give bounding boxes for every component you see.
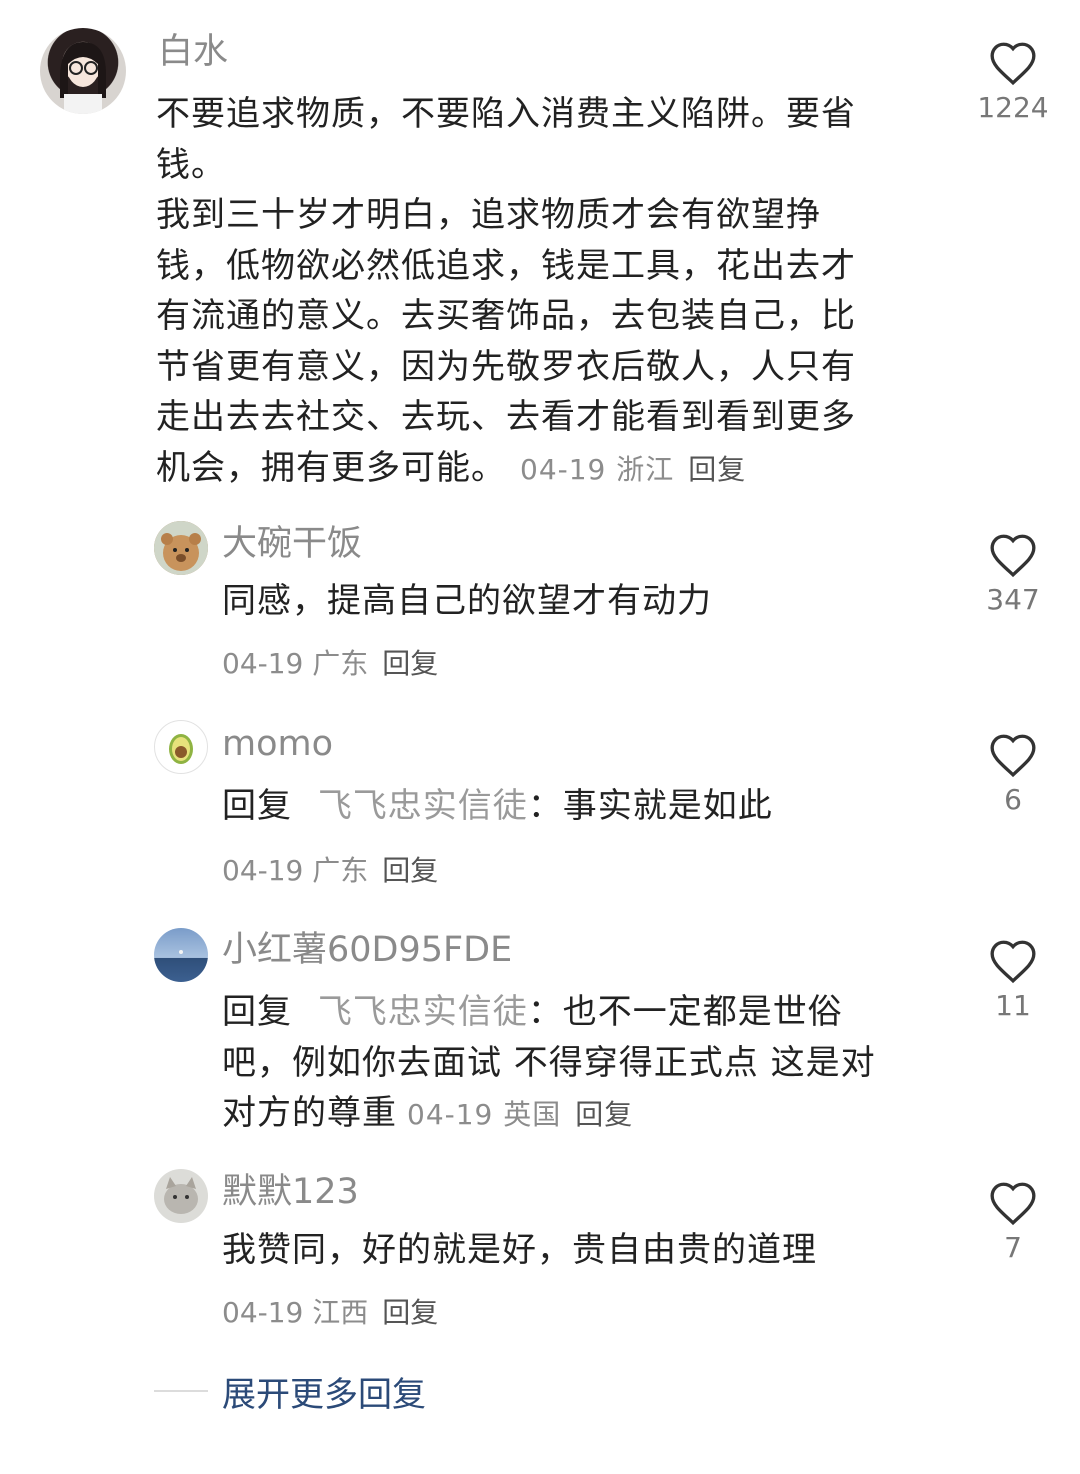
reply-text: 我赞同，好的就是好，贵自由贵的道理 — [222, 1230, 817, 1270]
comment-line-last: 机会，拥有更多可能。 04-19 浙江 回复 — [156, 443, 936, 496]
heart-outline-icon — [990, 534, 1036, 578]
comment-meta: 04-19 浙江 回复 — [520, 453, 746, 486]
reply-location: 广东 — [312, 647, 369, 680]
reply-body: 对方的尊重 — [222, 1093, 397, 1133]
reply-text: 回复 飞飞忠实信徒：事实就是如此 — [222, 781, 773, 832]
reply-button[interactable]: 回复 — [575, 1098, 633, 1131]
reply-prefix: 回复 — [222, 992, 292, 1032]
reply-button[interactable]: 回复 — [382, 854, 438, 887]
comment-line: 我到三十岁才明白，追求物质才会有欲望挣 — [156, 195, 821, 235]
heart-outline-icon — [990, 42, 1036, 86]
like-button-reply-4[interactable]: 7 — [968, 1180, 1058, 1264]
comment-line: 钱。 — [156, 144, 226, 185]
avatar-reply-2[interactable] — [154, 720, 208, 774]
reply-text: 回复 飞飞忠实信徒：也不一定都是世俗 吧，例如你去面试 不得穿得正式点 这是对 … — [222, 987, 942, 1141]
like-button-reply-2[interactable]: 6 — [968, 732, 1058, 816]
reply-date: 04-19 — [222, 1296, 304, 1329]
reply-author[interactable]: 大碗干饭 — [222, 522, 362, 566]
quoted-user-link[interactable]: 飞飞忠实信徒 — [318, 992, 528, 1032]
cat-avatar-icon — [164, 1177, 198, 1214]
heart-outline-icon — [990, 734, 1036, 778]
reply-line: 吧，例如你去面试 不得穿得正式点 这是对 — [222, 1042, 876, 1083]
reply-location: 英国 — [503, 1098, 562, 1131]
reply-line: 对方的尊重 04-19 英国 回复 — [222, 1088, 942, 1141]
reply-location: 广东 — [312, 854, 369, 887]
comment-line: 有流通的意义。去买奢饰品，去包装自己，比 — [156, 296, 856, 336]
comment-text: 不要追求物质，不要陷入消费主义陷阱。要省 钱。 我到三十岁才明白，追求物质才会有… — [156, 89, 936, 495]
reply-location: 江西 — [312, 1296, 369, 1329]
quoted-user-link[interactable]: 飞飞忠实信徒 — [318, 786, 528, 826]
heart-outline-icon — [990, 1182, 1036, 1226]
like-button-reply-3[interactable]: 11 — [968, 938, 1058, 1022]
reply-meta: 04-19 广东 回复 — [222, 849, 438, 889]
expand-divider — [154, 1390, 208, 1392]
reply-author[interactable]: 默默123 — [222, 1170, 359, 1214]
reply-date: 04-19 — [222, 647, 304, 680]
reply-line: 回复 飞飞忠实信徒：也不一定都是世俗 — [222, 987, 942, 1038]
reply-author[interactable]: 小红薯60D95FDE — [222, 928, 512, 972]
comment-author[interactable]: 白水 — [158, 30, 228, 74]
avatar-portrait-icon — [60, 42, 106, 114]
like-count: 1224 — [977, 91, 1049, 124]
comment-line: 钱，低物欲必然低追求，钱是工具，花出去才 — [156, 245, 856, 286]
comment-date: 04-19 — [520, 452, 607, 486]
comment-line: 不要追求物质，不要陷入消费主义陷阱。要省 — [156, 94, 856, 134]
like-count: 347 — [986, 583, 1040, 616]
reply-text: 同感，提高自己的欲望才有动力 — [222, 581, 712, 621]
bear-avatar-icon — [154, 521, 208, 575]
reply-meta: 04-19 广东 回复 — [222, 642, 438, 682]
reply-button[interactable]: 回复 — [382, 647, 438, 680]
like-button-reply-1[interactable]: 347 — [968, 532, 1058, 616]
reply-button[interactable]: 回复 — [688, 453, 746, 486]
like-count: 6 — [1004, 783, 1022, 816]
reply-date: 04-19 — [407, 1098, 494, 1131]
reply-body: ：也不一定都是世俗 — [527, 992, 843, 1032]
like-count: 11 — [995, 989, 1031, 1022]
reply-body: ：事实就是如此 — [527, 786, 773, 826]
avatar-reply-4[interactable] — [154, 1169, 208, 1223]
comment-line-text: 机会，拥有更多可能。 — [156, 447, 506, 488]
sea-avatar-icon — [179, 950, 183, 954]
reply-author[interactable]: momo — [222, 722, 333, 766]
avocado-avatar-icon — [169, 734, 193, 764]
reply-meta: 04-19 英国 回复 — [407, 1098, 633, 1131]
comment-location: 浙江 — [616, 452, 675, 486]
reply-meta: 04-19 江西 回复 — [222, 1291, 438, 1331]
reply-date: 04-19 — [222, 854, 304, 887]
like-count: 7 — [1004, 1231, 1022, 1264]
avatar-reply-3[interactable] — [154, 928, 208, 982]
avatar-reply-1[interactable] — [154, 521, 208, 575]
avatar-main[interactable] — [40, 28, 126, 114]
reply-button[interactable]: 回复 — [382, 1296, 438, 1329]
reply-prefix: 回复 — [222, 786, 292, 826]
heart-outline-icon — [990, 940, 1036, 984]
comment-line: 节省更有意义，因为先敬罗衣后敬人，人只有 — [156, 346, 856, 387]
expand-more-replies-button[interactable]: 展开更多回复 — [222, 1367, 426, 1416]
like-button-main[interactable]: 1224 — [968, 40, 1058, 124]
comment-line: 走出去去社交、去玩、去看才能看到看到更多 — [156, 397, 856, 437]
